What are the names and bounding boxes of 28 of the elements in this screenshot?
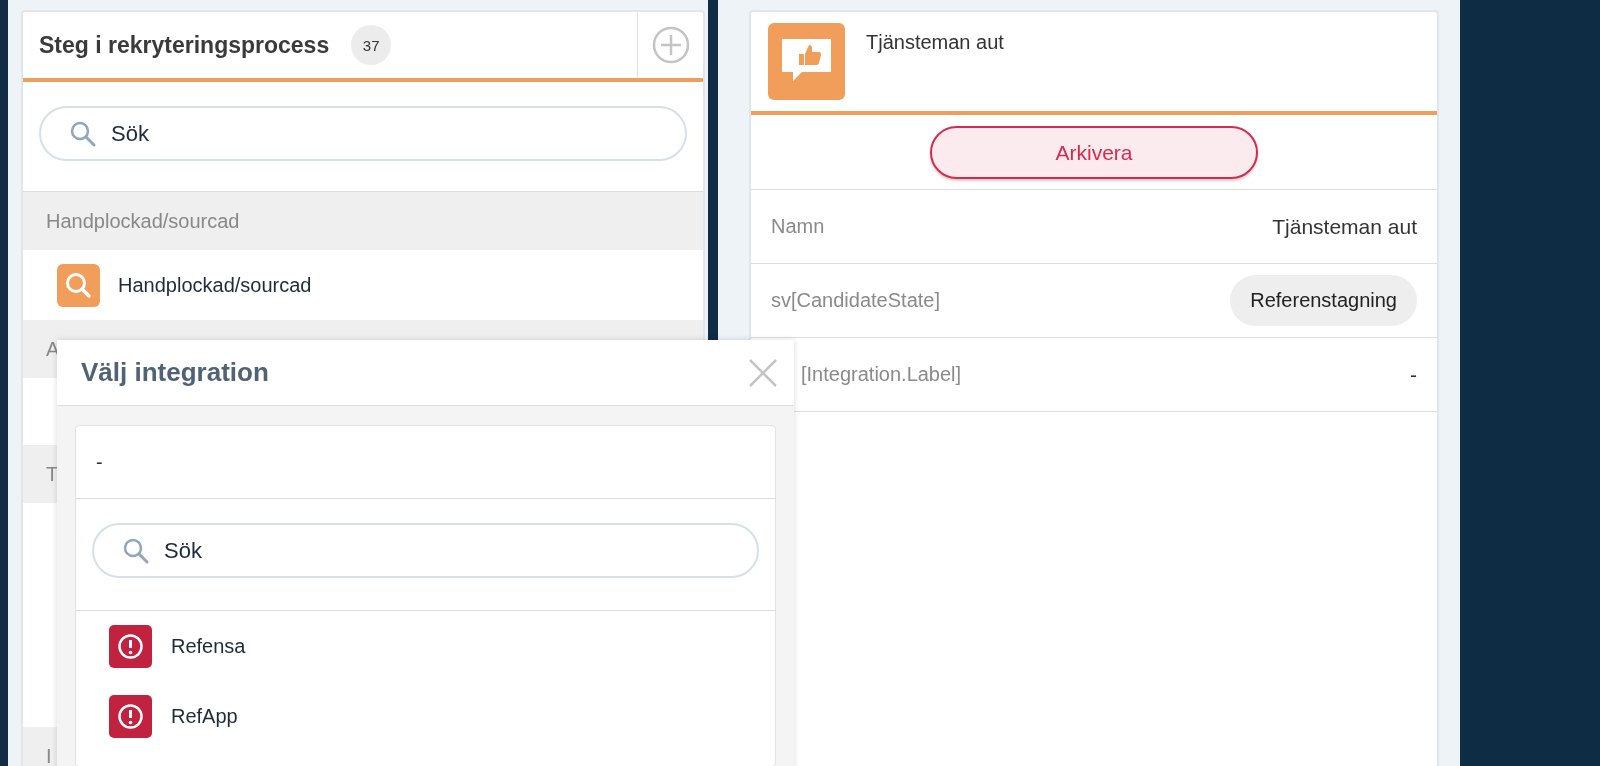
integration-option[interactable]: Refensa bbox=[76, 611, 775, 681]
close-icon bbox=[748, 357, 778, 388]
thumbs-up-bubble-icon bbox=[768, 23, 845, 100]
field-value: - bbox=[1410, 362, 1417, 387]
alert-icon bbox=[109, 624, 152, 668]
field-label: sv[CandidateState] bbox=[771, 289, 940, 312]
integration-option[interactable]: RefApp bbox=[76, 681, 775, 751]
selected-value[interactable]: - bbox=[96, 450, 103, 474]
record-title: Tjänsteman aut bbox=[866, 31, 1004, 54]
panel-title: Steg i rekryteringsprocess bbox=[39, 31, 330, 59]
group-header: I bbox=[46, 744, 52, 766]
field-label: Namn bbox=[771, 215, 825, 238]
add-button[interactable] bbox=[637, 12, 703, 78]
alert-icon bbox=[109, 694, 152, 738]
group-header: Handplockad/sourcad bbox=[46, 209, 240, 233]
field-label: [Integration.Label] bbox=[800, 363, 962, 386]
count-badge: 37 bbox=[351, 25, 392, 65]
group-header: T bbox=[46, 462, 59, 486]
search-icon bbox=[57, 263, 100, 307]
status-chip: Referenstagning bbox=[1230, 275, 1417, 326]
search-field[interactable]: Sök bbox=[92, 523, 759, 578]
dialog-title: Välj integration bbox=[81, 357, 269, 388]
plus-circle-icon bbox=[650, 25, 691, 65]
search-field[interactable]: Sök bbox=[39, 106, 687, 161]
stage-item[interactable]: Handplockad/sourcad bbox=[23, 250, 703, 320]
close-button[interactable] bbox=[748, 357, 778, 388]
field-value: Tjänsteman aut bbox=[1272, 214, 1417, 239]
archive-button[interactable]: Arkivera bbox=[930, 126, 1258, 179]
